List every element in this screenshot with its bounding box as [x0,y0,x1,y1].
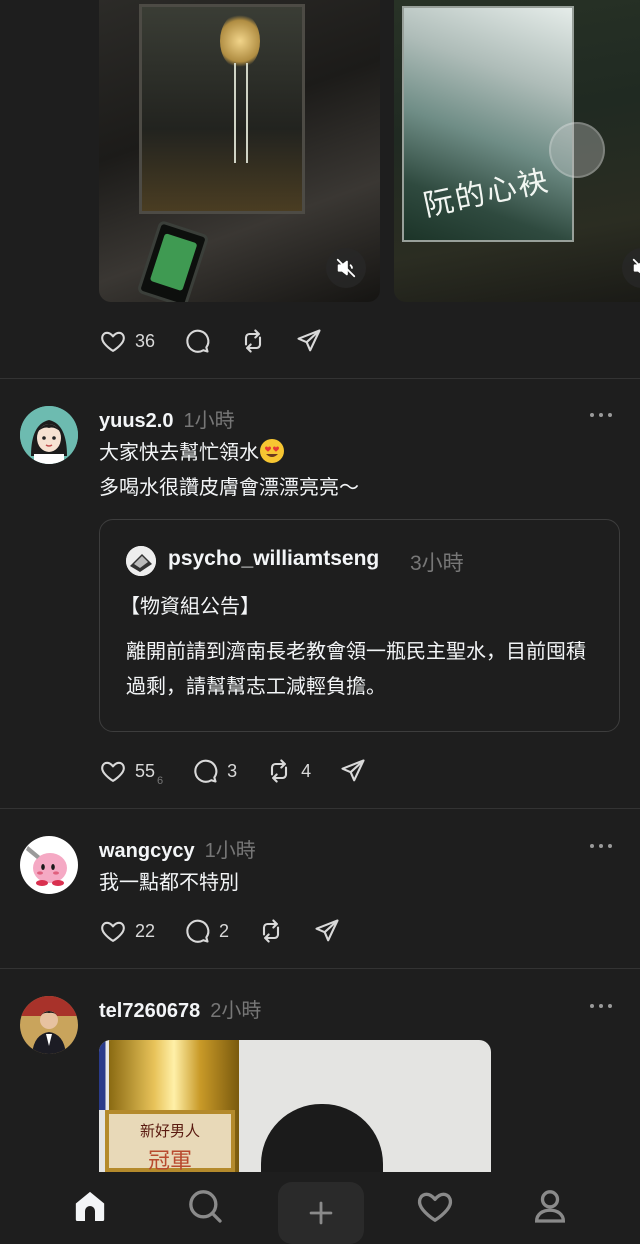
like-button[interactable]: 22 [99,917,155,945]
post-divider [0,808,640,809]
screen-caption: 阮的心袂 [420,162,553,224]
more-options-button[interactable] [590,411,614,419]
quoted-timestamp: 3小時 [410,552,464,575]
heart-icon [101,331,125,352]
outdoor-screen: 阮的心袂 [402,6,574,242]
timestamp: 1小時 [183,410,235,432]
video-tile-2[interactable]: 阮的心袂 [394,0,640,302]
post-actions: 55 6 3 4 [99,756,395,787]
mute-button[interactable] [326,248,366,288]
avatar[interactable] [20,406,78,464]
avatar[interactable] [20,996,78,1054]
heart-icon [417,1192,453,1222]
speaker-muted-icon [336,258,356,278]
post-actions: 22 2 [99,916,369,946]
tab-home[interactable] [68,1184,112,1228]
quoted-username[interactable]: psycho_williamtseng [168,547,379,571]
tab-activity[interactable] [413,1184,457,1228]
post-header: yuus2.0 1小時 [99,404,235,433]
quoted-title: 【物資組公告】 [120,596,260,618]
send-icon [315,919,339,942]
quoted-avatar[interactable] [126,546,156,576]
more-options-button[interactable] [590,1002,614,1010]
username[interactable]: tel7260678 [99,1000,200,1023]
person-head-image [261,1104,383,1172]
user-avatar-illustration [20,406,78,464]
repost-count: 4 [301,760,312,781]
profile-icon [534,1190,566,1223]
repost-icon [271,759,288,783]
share-button[interactable] [339,757,367,785]
like-count: 55 [135,760,156,781]
video-tile-1[interactable] [99,0,380,302]
post-text-line: 大家快去幫忙領水 [99,442,259,464]
like-count-rolling-digit: 6 [157,775,164,787]
reply-button[interactable] [183,327,211,355]
share-button[interactable] [313,917,341,945]
comment-icon [186,919,210,943]
assistive-touch-button[interactable] [549,122,605,178]
avatar[interactable] [20,836,78,894]
share-button[interactable] [295,327,323,355]
quoted-body: 離開前請到濟南長老教會領一瓶民主聖水，目前囤積過剩，請幫幫志工減輕負擔。 [126,641,586,698]
plaque-text: 新好男人 [139,1122,200,1140]
post-text: 大家快去幫忙領水 多喝水很讚皮膚會漂漂亮亮～ [99,436,359,506]
heart-icon [101,761,125,782]
comment-icon [194,759,218,783]
speaker-muted-icon [632,258,640,274]
username[interactable]: wangcycy [99,840,195,863]
quoted-post-card[interactable]: psycho_williamtseng 3小時 【物資組公告】 離開前請到濟南長… [99,519,620,732]
outdoor-screen [139,4,305,214]
tab-profile[interactable] [528,1184,572,1228]
reply-button[interactable]: 3 [191,757,237,785]
repost-button[interactable] [257,917,285,945]
user-avatar-illustration [20,836,78,894]
like-button[interactable]: 55 6 [99,757,164,787]
post-actions: 36 [99,326,351,356]
post-divider [0,968,640,969]
like-count: 36 [135,330,156,351]
like-count: 22 [135,920,156,941]
home-icon [75,1191,105,1221]
media-carousel[interactable]: 阮的心袂 [99,0,640,302]
send-icon [297,329,321,352]
user-avatar-photo [20,996,78,1054]
repost-button[interactable]: 4 [265,757,311,785]
timestamp: 2小時 [210,1000,262,1022]
search-icon [189,1190,222,1223]
post-image[interactable]: 新好男人 冠軍 [99,1040,491,1172]
post-header: tel7260678 2小時 [99,994,261,1023]
quoted-avatar-image [126,546,156,576]
heart-icon [101,921,125,942]
send-icon [341,759,365,782]
bottom-tab-bar [0,1172,640,1244]
reply-count: 3 [227,760,238,781]
reply-button[interactable]: 2 [183,917,229,945]
plus-icon [309,1201,333,1225]
more-options-button[interactable] [590,842,614,850]
timestamp: 1小時 [204,840,256,862]
tab-compose[interactable] [278,1182,364,1244]
heart-eyes-emoji-icon [260,439,284,463]
repost-icon [244,329,262,353]
username[interactable]: yuus2.0 [99,410,173,433]
phone-in-hand [136,219,210,302]
repost-icon [262,919,280,943]
like-button[interactable]: 36 [99,327,155,355]
post-divider [0,378,640,379]
repost-button[interactable] [239,327,267,355]
mute-button[interactable] [622,248,640,288]
post-text: 我一點都不特別 [99,872,239,894]
comment-icon [186,329,210,353]
post-header: wangcycy 1小時 [99,834,256,863]
reply-count: 2 [219,920,230,941]
plaque-title: 冠軍 [147,1149,192,1172]
post-text-line: 多喝水很讚皮膚會漂漂亮亮～ [99,477,359,499]
trophy-plaque: 新好男人 冠軍 [105,1110,235,1172]
tab-search[interactable] [183,1184,227,1228]
